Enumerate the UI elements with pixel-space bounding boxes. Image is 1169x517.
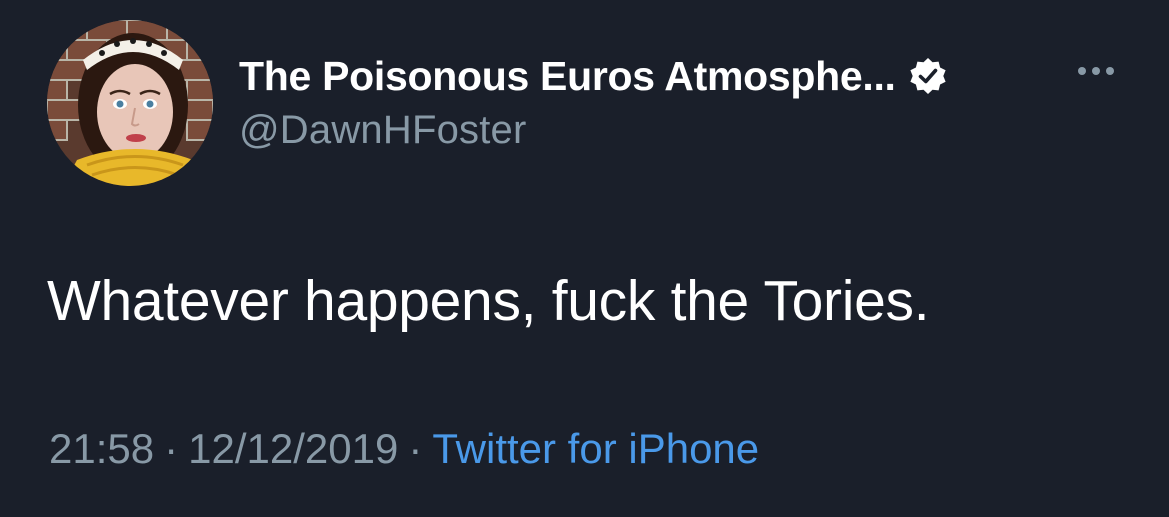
tweet-date: 12/12/2019 <box>188 425 399 472</box>
display-name[interactable]: The Poisonous Euros Atmosphe... <box>239 53 896 100</box>
user-handle[interactable]: @DawnHFoster <box>239 108 1139 153</box>
tweet-meta: 21:58 · 12/12/2019 · Twitter for iPhone <box>49 425 759 473</box>
tweet-text: Whatever happens, fuck the Tories. <box>47 269 930 333</box>
avatar[interactable] <box>47 20 213 186</box>
verified-badge-icon <box>908 56 948 96</box>
tweet-header: The Poisonous Euros Atmosphe... @DawnHFo… <box>239 48 1139 153</box>
tweet-time: 21:58 <box>49 425 155 472</box>
avatar-image <box>47 20 213 186</box>
tweet-source-link[interactable]: Twitter for iPhone <box>432 425 759 472</box>
tweet-card: The Poisonous Euros Atmosphe... @DawnHFo… <box>0 0 1169 517</box>
meta-separator: · <box>164 425 179 472</box>
more-options-icon[interactable] <box>1072 56 1132 86</box>
name-row: The Poisonous Euros Atmosphe... <box>239 48 1139 104</box>
meta-separator: · <box>408 425 423 472</box>
